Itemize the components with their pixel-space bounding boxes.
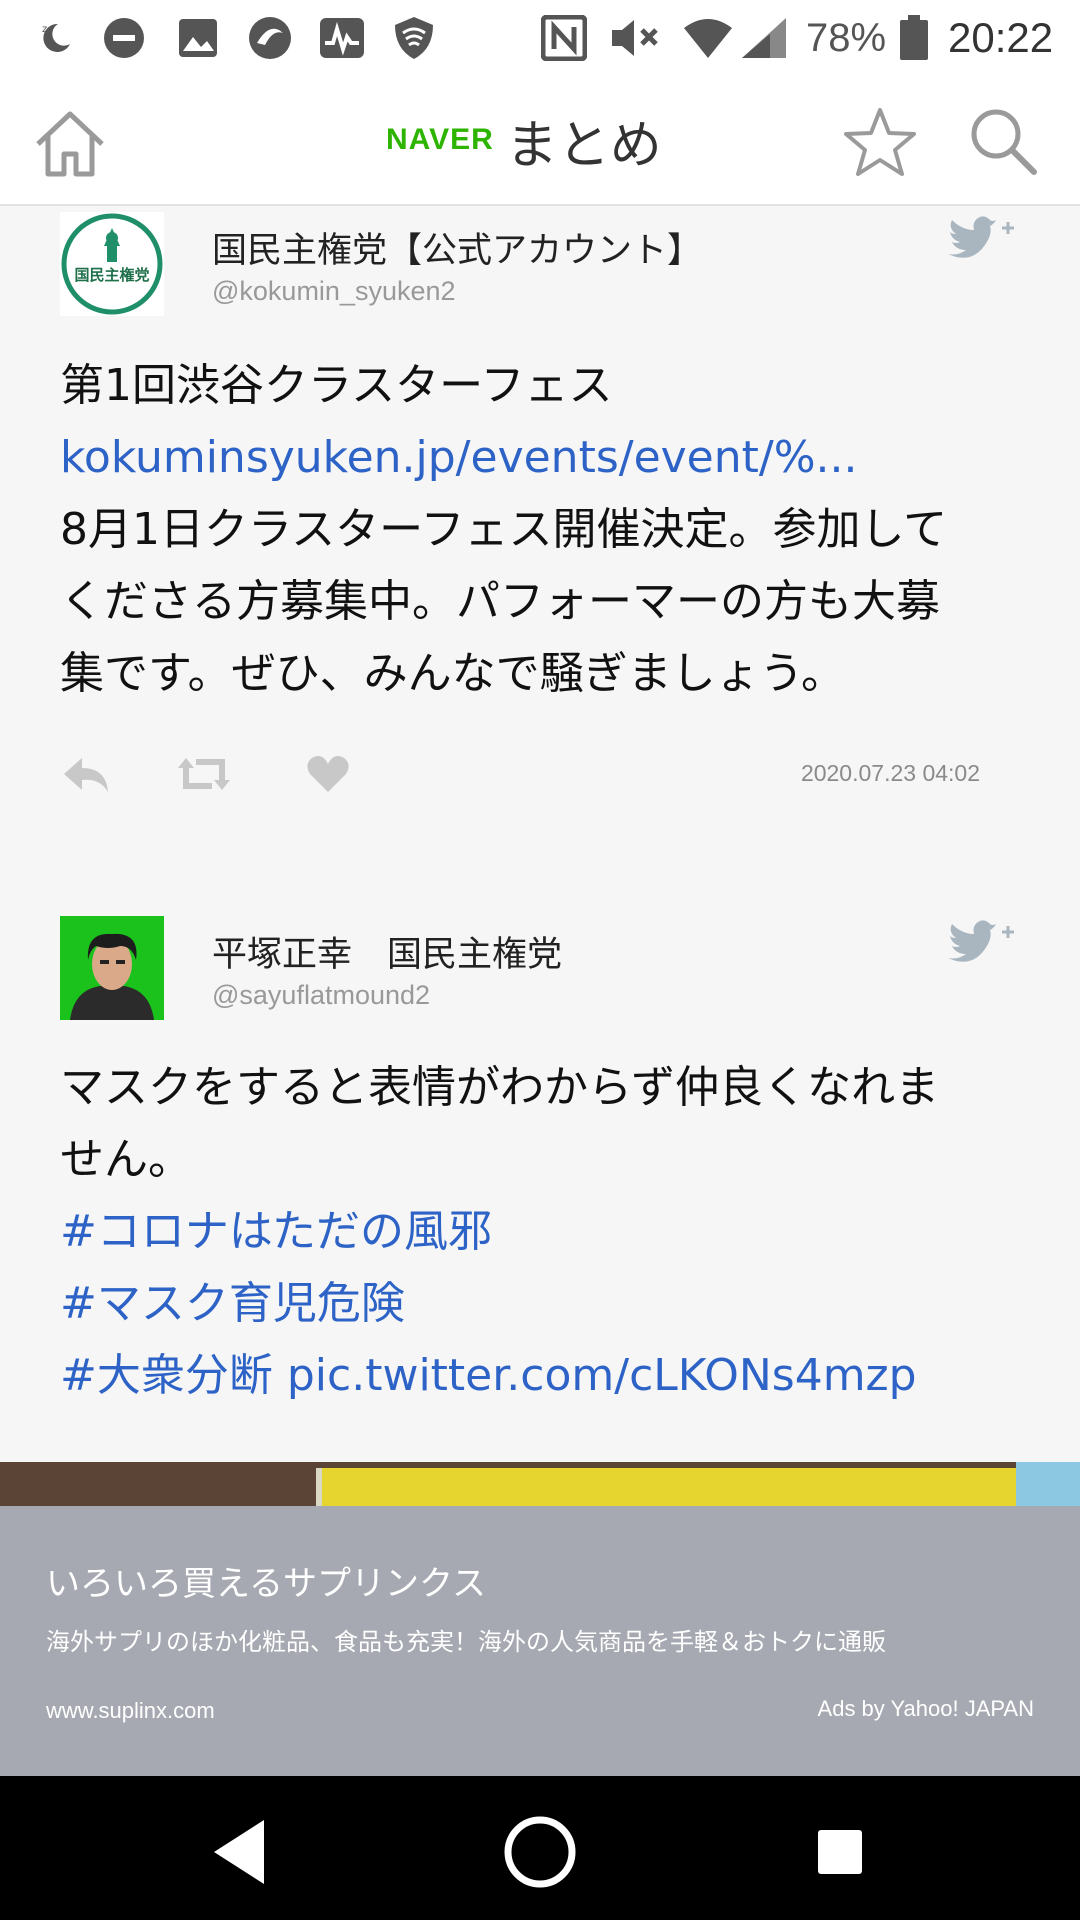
- tweet-author-handle[interactable]: @kokumin_syuken2: [212, 276, 456, 307]
- reply-button[interactable]: [60, 752, 112, 796]
- activity-icon: [318, 14, 366, 62]
- tweet-author-name[interactable]: 平塚正幸 国民主権党: [212, 926, 562, 977]
- tweet-author-name[interactable]: 国民主権党【公式アカウント】: [212, 222, 702, 273]
- recents-icon: [818, 1830, 862, 1874]
- app-logo[interactable]: NAVER まとめ: [386, 100, 662, 180]
- home-nav-button[interactable]: [500, 1812, 580, 1892]
- home-button[interactable]: [30, 104, 110, 184]
- search-icon: [971, 109, 1037, 175]
- search-button[interactable]: [964, 102, 1044, 182]
- ad-description: 海外サプリのほか化粧品、食品も充実！海外の人気商品を手軽＆おトクに通販: [46, 1628, 886, 1656]
- moon-icon: z: [32, 14, 80, 62]
- tweet-author-handle[interactable]: @sayuflatmound2: [212, 980, 430, 1011]
- svg-text:z: z: [42, 24, 47, 35]
- hashtag-link[interactable]: #コロナはただの風邪: [60, 1196, 1020, 1268]
- tweet-card: 国民主権党 国民主権党【公式アカウント】 @kokumin_syuken2 第1…: [0, 206, 1080, 846]
- signal-icon: [738, 14, 790, 62]
- home-circle-icon: [504, 1816, 576, 1888]
- like-button[interactable]: [304, 752, 356, 796]
- tweet-link[interactable]: kokuminsyuken.jp/events/event/%...: [60, 422, 1020, 494]
- tweet-body: マスクをすると表情がわからず仲良くなれま せん。 #コロナはただの風邪 #マスク…: [60, 1052, 1020, 1412]
- logo-matome: まとめ: [505, 115, 662, 176]
- shield-wifi-icon: [390, 14, 438, 62]
- avatar[interactable]: [60, 916, 164, 1020]
- favorite-button[interactable]: [840, 102, 920, 182]
- hashtag-link[interactable]: #マスク育児危険: [60, 1268, 1020, 1340]
- mute-icon: [608, 14, 664, 62]
- retweet-icon: [178, 758, 230, 790]
- battery-percent: 78%: [806, 16, 887, 60]
- do-not-disturb-icon: [100, 14, 148, 62]
- tweet-text-line: 8月1日クラスターフェス開催決定。参加して: [60, 504, 948, 555]
- twitter-follow-button[interactable]: [944, 914, 1016, 964]
- tweet-card: 平塚正幸 国民主権党 @sayuflatmound2 マスクをすると表情がわから…: [0, 914, 1080, 1454]
- home-icon: [36, 111, 104, 177]
- star-icon: [844, 108, 916, 176]
- twitter-follow-button[interactable]: [944, 210, 1016, 260]
- avatar[interactable]: 国民主権党: [60, 212, 164, 316]
- clock: 20:22: [948, 14, 1054, 61]
- back-icon: [214, 1820, 264, 1884]
- app-icon: [246, 14, 294, 62]
- tweet-photo[interactable]: [0, 1462, 1080, 1508]
- ad-banner[interactable]: いろいろ買えるサプリンクス 海外サプリのほか化粧品、食品も充実！海外の人気商品を…: [0, 1506, 1080, 1776]
- tweet-timestamp: 2020.07.23 04:02: [800, 760, 980, 786]
- tweet-text-line: マスクをすると表情がわからず仲良くなれま: [60, 1062, 940, 1113]
- twitter-bird-icon: [948, 216, 1014, 258]
- gallery-icon: [174, 14, 222, 62]
- heart-icon: [307, 756, 349, 792]
- reply-icon: [64, 758, 108, 792]
- recents-button[interactable]: [800, 1812, 880, 1892]
- nfc-icon: [540, 14, 588, 62]
- battery-icon: [896, 14, 932, 62]
- back-button[interactable]: [200, 1812, 280, 1892]
- tweet-text-line: くださる方募集中。パフォーマーの方も大募: [60, 576, 940, 627]
- tweet-text-line: 集です。ぜひ、みんなで騒ぎましょう。: [60, 648, 845, 699]
- navigation-bar: [0, 1776, 1080, 1920]
- ad-url[interactable]: www.suplinx.com: [46, 1698, 215, 1724]
- tweet-actions: 2020.07.23 04:02: [60, 746, 1020, 806]
- retweet-button[interactable]: [176, 752, 230, 796]
- tweet-body: 第1回渋谷クラスターフェス kokuminsyuken.jp/events/ev…: [60, 350, 1020, 710]
- wifi-icon: [680, 14, 736, 62]
- pic-link[interactable]: pic.twitter.com/cLKONs4mzp: [287, 1350, 917, 1401]
- tweet-text-line: 第1回渋谷クラスターフェス: [60, 360, 613, 411]
- tweet-text-line: せん。: [60, 1134, 192, 1185]
- logo-naver: NAVER: [386, 123, 494, 156]
- app-header: NAVER まとめ: [0, 76, 1080, 206]
- svg-text:国民主権党: 国民主権党: [74, 266, 149, 284]
- ad-title[interactable]: いろいろ買えるサプリンクス: [46, 1556, 486, 1605]
- status-bar: z 78% 20:22: [0, 0, 1080, 76]
- twitter-bird-icon: [948, 920, 1014, 962]
- hashtag-link[interactable]: #大衆分断: [60, 1350, 273, 1401]
- ad-credit[interactable]: Ads by Yahoo! JAPAN: [818, 1696, 1034, 1722]
